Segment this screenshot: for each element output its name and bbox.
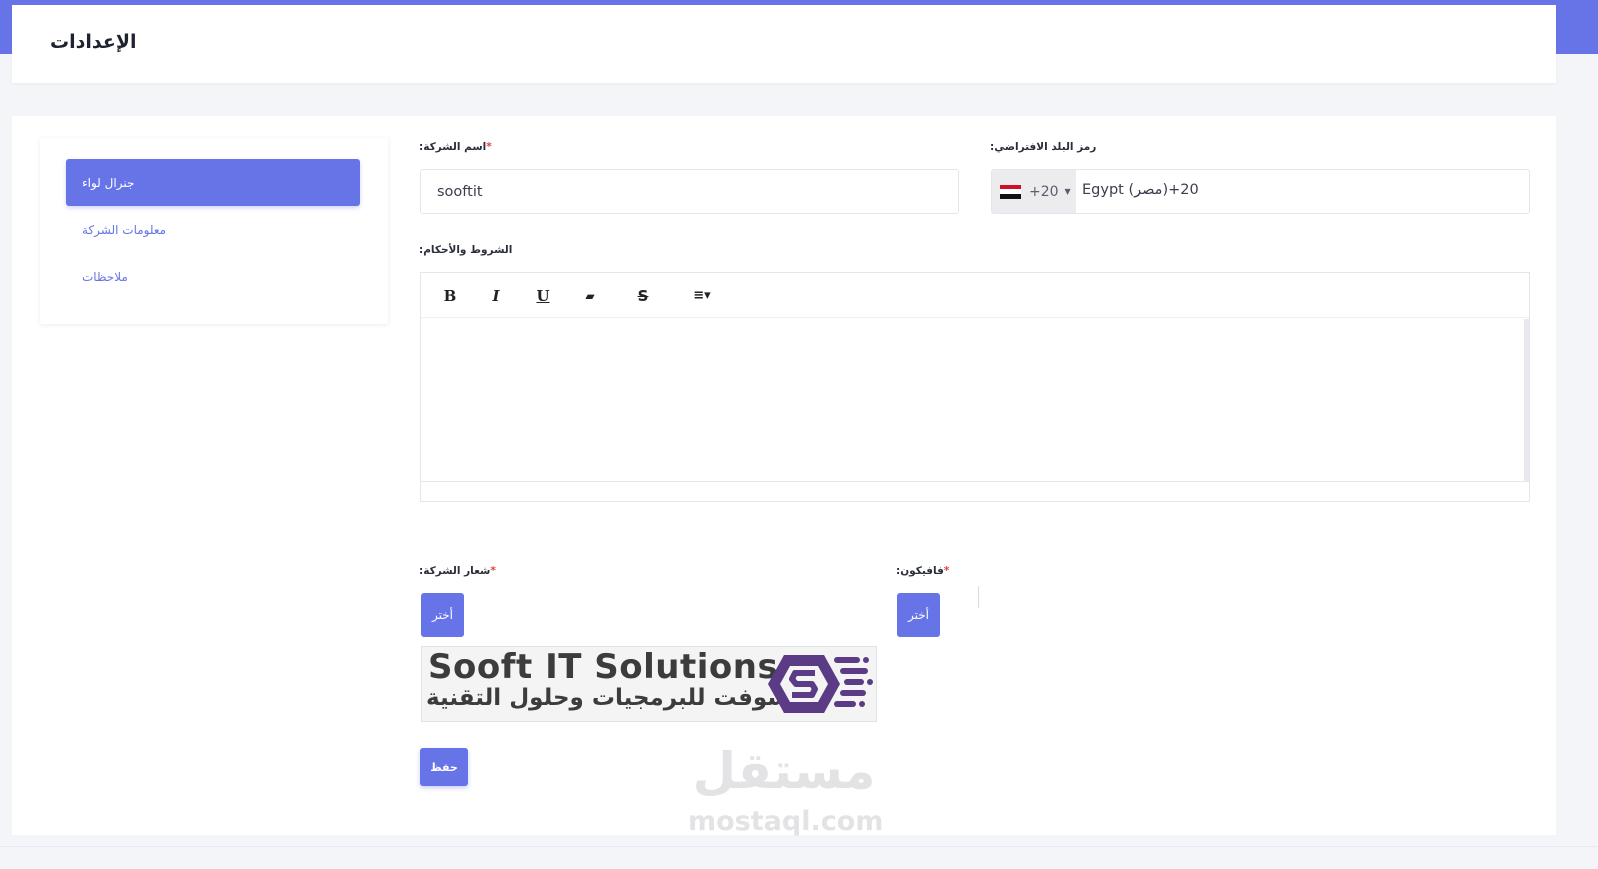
sidebar-item-label: ملاحظات [82,269,128,284]
editor-statusbar [421,481,1529,501]
sidebar-item-label: جنرال لواء [82,175,135,190]
country-code-field[interactable]: +20 ▼ Egypt (مصر)‎+20 [991,169,1530,214]
company-logo-label: :شعار الشركة* [419,565,496,577]
terms-label: :الشروط والأحكام [419,244,513,256]
eraser-icon[interactable]: ▰ [579,286,601,306]
underline-icon[interactable]: U [532,286,554,306]
italic-icon[interactable]: I [485,286,507,306]
sidebar-item-label: معلومات الشركة [82,222,167,237]
dial-code: +20 [1029,183,1059,200]
watermark-arabic: مستقل [692,742,876,800]
favicon-label: :فافيكون* [896,565,950,577]
required-mark: * [943,565,950,577]
page-header: الإعدادات [12,5,1556,83]
required-mark: * [486,141,492,153]
page-bottom-border [0,846,1598,847]
country-code-value: Egypt (مصر)‎+20 [1082,182,1199,198]
editor-content-area[interactable] [421,319,1525,481]
strikethrough-icon[interactable]: S [632,286,654,306]
sidebar-item-general[interactable]: جنرال لواء [66,159,360,206]
logo-text-en: Sooft IT Solutions [428,647,779,687]
country-code-label: :رمز البلد الافتراضي [990,141,1097,153]
sidebar-item-notes[interactable]: ملاحظات [66,253,360,300]
egypt-flag-icon [1000,184,1021,199]
bold-icon[interactable]: B [439,286,461,306]
save-button[interactable]: حفظ [420,748,468,786]
align-icon[interactable]: ≡▾ [687,286,717,306]
logo-text-ar: سوفت للبرمجيات وحلول التقنية [426,685,790,711]
sooft-logo-icon [768,655,873,713]
company-logo-preview: Sooft IT Solutions سوفت للبرمجيات وحلول … [421,646,877,722]
country-picker[interactable]: +20 ▼ [992,170,1076,213]
sidebar-item-company-info[interactable]: معلومات الشركة [66,206,360,253]
editor-scrollbar[interactable] [1524,319,1529,481]
settings-card: جنرال لواء معلومات الشركة ملاحظات :اسم ا… [12,116,1556,837]
choose-logo-button[interactable]: أختر [421,593,464,637]
page-title: الإعدادات [50,31,137,53]
company-name-label: :اسم الشركة* [419,141,492,153]
settings-side-nav: جنرال لواء معلومات الشركة ملاحظات [40,138,388,324]
editor-toolbar: B I U ▰ S ≡▾ [421,273,1529,318]
company-name-input[interactable] [420,169,959,214]
terms-editor[interactable]: B I U ▰ S ≡▾ [420,272,1530,502]
required-mark: * [490,565,496,577]
caret-down-icon: ▼ [1064,187,1071,196]
choose-favicon-button[interactable]: أختر [897,593,940,637]
favicon-preview-divider [978,586,979,608]
watermark-url: mostaql.com [688,806,884,837]
